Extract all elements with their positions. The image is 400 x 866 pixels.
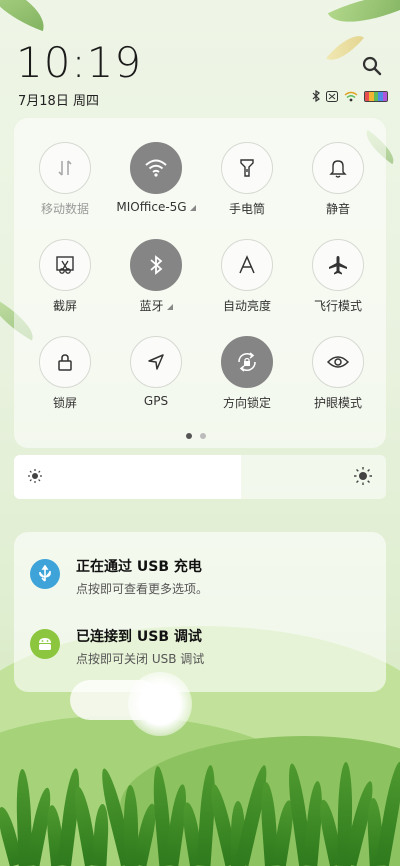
brightness-low-icon [28,469,42,483]
location-icon [130,336,182,388]
toggle-label: 蓝牙 [111,297,201,314]
toggle-label: 方向锁定 [222,396,271,410]
bluetooth-status-icon [312,90,320,102]
notification-title: 已连接到 USB 调试 [76,629,202,645]
toggle-eye[interactable]: 护眼模式 [293,336,383,411]
toggle-rotation-lock[interactable]: 方向锁定 [202,336,292,411]
toggle-label: 自动亮度 [222,299,271,313]
bell-icon [312,142,364,194]
expand-arrow-icon[interactable] [166,303,173,310]
page-indicator [186,433,206,439]
lock-icon [39,336,91,388]
toggle-label: 护眼模式 [313,396,362,410]
quick-settings-panel: 移动数据 MIOffice-5G 手电筒 静音截屏 蓝牙 自动亮度 飞行模式锁屏 GPS 方向锁… [14,118,386,448]
flashlight-icon [221,142,273,194]
wifi-icon [130,142,182,194]
notification-usb-charging[interactable]: 正在通过 USB 充电 点按即可查看更多选项。 [14,532,386,602]
notification-card: 正在通过 USB 充电 点按即可查看更多选项。 已连接到 USB 调试 点按即可… [14,532,386,692]
toggle-label: 锁屏 [52,396,77,410]
toggle-auto-brightness[interactable]: 自动亮度 [202,239,292,314]
brightness-high-icon [354,467,372,485]
battery-icon [364,90,388,102]
notification-title: 正在通过 USB 充电 [76,559,202,575]
airplane-icon [312,239,364,291]
page-dot [186,433,192,439]
toggle-label: MIOffice-5G [111,200,201,214]
toggle-label: 移动数据 [40,202,89,216]
nfc-status-icon [326,90,338,102]
toggle-bluetooth[interactable]: 蓝牙 [111,239,201,314]
screenshot-icon [39,239,91,291]
date-label: 7月18日 周四 [18,94,99,109]
expand-arrow-icon[interactable] [189,204,196,211]
android-icon [30,629,60,659]
toggle-location[interactable]: GPS [111,336,201,408]
search-icon[interactable] [360,54,384,78]
rotation-lock-icon [221,336,273,388]
status-icons [312,90,388,102]
toggle-bell[interactable]: 静音 [293,142,383,217]
toggle-wifi[interactable]: MIOffice-5G [111,142,201,214]
toggle-label: GPS [143,394,169,408]
toggle-label: 静音 [325,202,350,216]
clock: 10:19 [16,38,143,87]
brightness-fill [14,455,241,499]
auto-brightness-icon [221,239,273,291]
toggle-label: 手电筒 [228,202,265,216]
usb-icon [30,559,60,589]
mobile-data-icon [39,142,91,194]
notification-subtitle: 点按即可关闭 USB 调试 [76,652,205,666]
notification-usb-debugging[interactable]: 已连接到 USB 调试 点按即可关闭 USB 调试 [14,602,386,672]
page-dot [200,433,206,439]
toggle-flashlight[interactable]: 手电筒 [202,142,292,217]
notification-subtitle: 点按即可查看更多选项。 [76,582,209,596]
toggle-screenshot[interactable]: 截屏 [20,239,110,314]
brightness-slider[interactable] [14,455,386,499]
toggle-label: 截屏 [52,299,77,313]
toggle-label: 飞行模式 [313,299,362,313]
toggle-mobile-data[interactable]: 移动数据 [20,142,110,217]
toggle-lock[interactable]: 锁屏 [20,336,110,411]
toggle-airplane[interactable]: 飞行模式 [293,239,383,314]
eye-icon [312,336,364,388]
wifi-status-icon [344,91,358,101]
bluetooth-icon [130,239,182,291]
